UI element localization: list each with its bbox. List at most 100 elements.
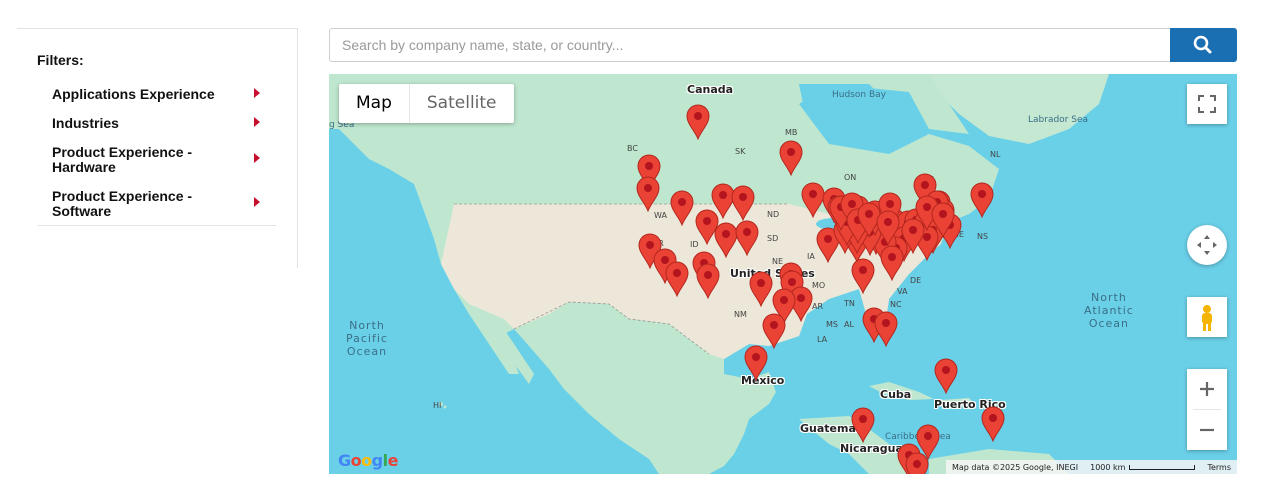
map-pin-icon [636, 176, 660, 213]
map-marker[interactable] [929, 200, 957, 239]
map-marker[interactable] [694, 261, 722, 300]
pegman-icon [1202, 305, 1212, 331]
camera-control-button[interactable] [1187, 225, 1227, 265]
map-pin-icon [934, 358, 958, 395]
filter-industries[interactable]: Industries [38, 108, 276, 137]
map-pin-icon [735, 220, 759, 257]
filter-label: Applications Experience [52, 86, 215, 102]
map-pin-icon [665, 261, 689, 298]
map-attribution: Map data ©2025 Google, INEGI 1000 km Ter… [945, 460, 1237, 474]
map-label-sd: SD [767, 234, 779, 243]
map-marker[interactable] [849, 405, 877, 444]
map-label-ns: NS [977, 232, 989, 241]
map-label-ms: MS [826, 320, 838, 329]
map-type-control: Map Satellite [339, 84, 514, 123]
zoom-control [1187, 369, 1227, 450]
fullscreen-icon [1198, 95, 1216, 113]
map-marker[interactable] [668, 188, 696, 227]
search-bar [329, 28, 1237, 62]
map-marker[interactable] [684, 102, 712, 141]
map-pin-icon [779, 140, 803, 177]
scale-bar [1129, 464, 1196, 470]
map-label-la: LA [817, 335, 828, 344]
map-type-satellite-button[interactable]: Satellite [410, 84, 514, 123]
filter-product-experience-hardware[interactable]: Product Experience - Hardware [38, 137, 276, 181]
map-pin-icon [696, 263, 720, 300]
map-label-sk: SK [735, 147, 746, 156]
map-marker[interactable] [729, 183, 757, 222]
camera-control-icon [1197, 235, 1217, 255]
map-label-nm: NM [734, 310, 747, 319]
zoom-in-icon [1200, 382, 1214, 396]
map-label-on: ON [844, 173, 857, 182]
fullscreen-button[interactable] [1187, 84, 1227, 124]
map-pin-icon [686, 104, 710, 141]
map-label-va: VA [897, 287, 908, 296]
map-pin-icon [874, 311, 898, 348]
google-logo: Google [338, 451, 398, 470]
zoom-in-button[interactable] [1187, 369, 1227, 409]
map-type-map-button[interactable]: Map [339, 84, 410, 123]
map-data-credit: Map data ©2025 Google, INEGI [951, 462, 1079, 472]
map-marker[interactable] [742, 343, 770, 382]
filter-label: Product Experience - Software [52, 188, 193, 219]
map-label-mb: MB [785, 128, 798, 137]
map-pin-icon [931, 202, 955, 239]
map-marker[interactable] [663, 259, 691, 298]
map-pin-icon [670, 190, 694, 227]
filter-list: Applications Experience Industries Produ… [38, 79, 276, 226]
caret-right-icon [254, 87, 260, 98]
filter-label: Industries [52, 115, 119, 131]
search-input[interactable] [329, 28, 1171, 62]
map-label-wa: WA [654, 211, 667, 220]
map-marker[interactable] [979, 404, 1007, 443]
caret-right-icon [254, 116, 260, 127]
map-scale[interactable]: 1000 km [1084, 463, 1201, 472]
map-pin-icon [905, 452, 929, 474]
filter-applications-experience[interactable]: Applications Experience [38, 79, 276, 108]
caret-right-icon [254, 153, 260, 163]
map-pin-icon [981, 406, 1005, 443]
filters-title: Filters: [37, 52, 84, 68]
search-button[interactable] [1170, 28, 1237, 62]
map-label-nicaragua: Nicaragua [840, 442, 903, 455]
map-label-north-atlantic-ocean: North Atlantic Ocean [1084, 291, 1134, 330]
map-marker[interactable] [872, 309, 900, 348]
zoom-out-button[interactable] [1187, 410, 1227, 450]
map-label-canada: Canada [687, 83, 734, 96]
map-marker[interactable] [634, 174, 662, 213]
map-marker[interactable] [874, 208, 902, 247]
map-label-north-pacific-ocean: North Pacific Ocean [346, 319, 388, 358]
map-label-de: DE [910, 276, 922, 285]
map-marker[interactable] [903, 450, 931, 474]
filters-sidebar: Filters: Applications Experience Industr… [17, 28, 298, 268]
caret-right-icon [254, 197, 260, 207]
filter-label: Product Experience - Hardware [52, 144, 193, 175]
map-marker[interactable] [733, 218, 761, 257]
map-marker[interactable] [932, 356, 960, 395]
filter-product-experience-software[interactable]: Product Experience - Software [38, 181, 276, 225]
map-pin-icon [851, 258, 875, 295]
map-label-labrador-sea: Labrador Sea [1028, 115, 1089, 125]
map-pin-icon [876, 210, 900, 247]
map-label-hi: HI [433, 401, 442, 410]
map-marker[interactable] [968, 180, 996, 219]
map-label-hudson-bay: Hudson Bay [832, 90, 886, 100]
map-pin-icon [731, 185, 755, 222]
zoom-out-icon [1200, 428, 1214, 432]
map-pin-icon [851, 407, 875, 444]
map-view[interactable]: Canada United States Cuba Puerto Rico Gu… [329, 74, 1237, 474]
map-marker[interactable] [849, 256, 877, 295]
map-label-nl: NL [990, 150, 1001, 159]
street-view-pegman[interactable] [1187, 297, 1227, 337]
search-icon [1193, 35, 1212, 54]
map-label-nc: NC [890, 300, 902, 309]
map-label-nd: ND [767, 210, 780, 219]
map-label-al: AL [844, 320, 854, 329]
map-label-tn: TN [844, 299, 855, 308]
map-pin-icon [744, 345, 768, 382]
map-pin-icon [970, 182, 994, 219]
terms-link[interactable]: Terms [1201, 463, 1237, 472]
map-marker[interactable] [777, 138, 805, 177]
map-label-cuba: Cuba [880, 388, 912, 401]
